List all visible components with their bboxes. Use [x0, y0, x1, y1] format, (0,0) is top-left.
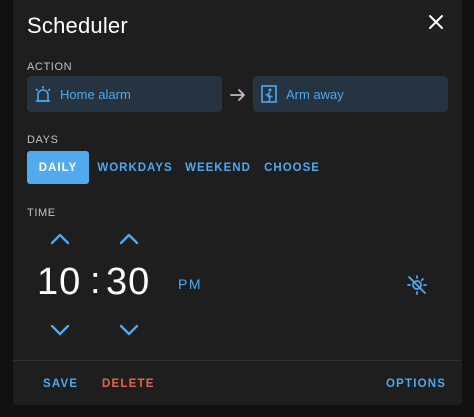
action-section-label: ACTION: [27, 61, 73, 73]
save-button[interactable]: SAVE: [43, 378, 78, 390]
scheduler-dialog: Scheduler ACTION Home alarm Arm away DAY…: [13, 0, 462, 405]
day-option-daily[interactable]: DAILY: [27, 151, 89, 184]
walk-out-door-icon: [259, 84, 279, 104]
service-chip[interactable]: Arm away: [253, 76, 448, 112]
hour-down-chevron-icon[interactable]: [48, 323, 72, 337]
minute-up-chevron-icon[interactable]: [117, 232, 141, 246]
alarm-light-icon: [33, 84, 53, 104]
sun-off-icon[interactable]: [406, 274, 428, 296]
service-chip-label: Arm away: [286, 86, 344, 102]
entity-chip-label: Home alarm: [60, 86, 131, 102]
delete-button[interactable]: DELETE: [102, 378, 155, 390]
day-option-workdays[interactable]: WORKDAYS: [96, 151, 174, 184]
arrow-right-icon: [228, 85, 248, 105]
time-section-label: TIME: [27, 207, 56, 219]
close-icon[interactable]: [426, 12, 446, 32]
entity-chip[interactable]: Home alarm: [27, 76, 222, 112]
minute-value[interactable]: 30: [106, 261, 150, 304]
options-button[interactable]: OPTIONS: [386, 378, 446, 390]
hour-up-chevron-icon[interactable]: [48, 232, 72, 246]
day-option-weekend[interactable]: WEEKEND: [183, 151, 253, 184]
dialog-title: Scheduler: [27, 13, 128, 38]
day-option-choose[interactable]: CHOOSE: [262, 151, 322, 184]
hour-value[interactable]: 10: [37, 261, 81, 304]
am-pm-toggle[interactable]: PM: [178, 276, 202, 292]
days-section-label: DAYS: [27, 134, 59, 146]
footer-divider: [13, 360, 462, 361]
time-separator: :: [90, 260, 102, 302]
minute-down-chevron-icon[interactable]: [117, 323, 141, 337]
